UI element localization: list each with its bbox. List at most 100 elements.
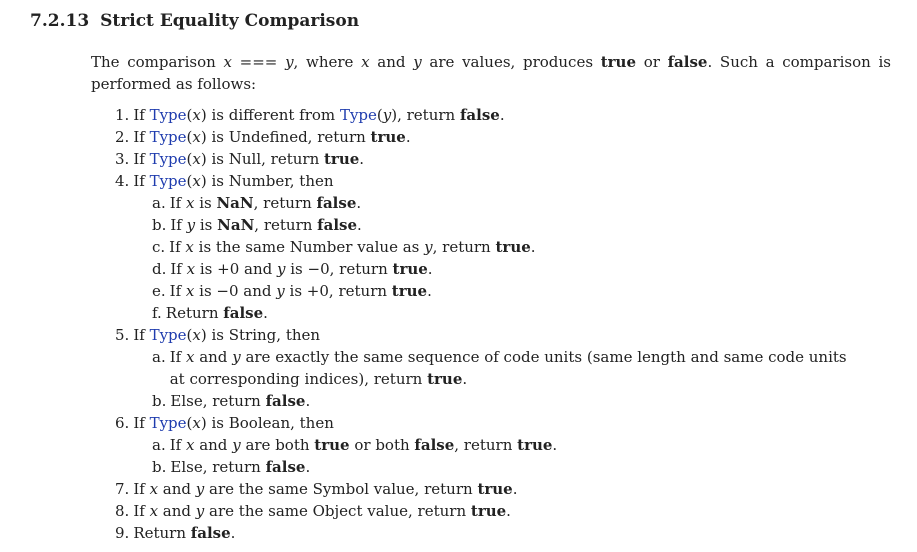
var-y: y [285,53,294,71]
step-text: . [405,128,411,146]
step-label: 9. [115,524,130,542]
keyword-true: true [392,260,428,278]
step-text: . [427,282,432,300]
step-3: 3. If Type(x) is Null, return true. [115,148,885,170]
step-text: If [169,436,186,454]
step-text: . [263,304,268,322]
intro-paragraph: The comparison x === y, where x and y ar… [91,51,891,95]
type-link[interactable]: Type [150,128,187,146]
step-4b: b. If y is NaN, return false. [115,214,885,236]
step-text: Return [165,304,224,322]
step-text: , return [254,216,318,234]
step-4a: a. If x is NaN, return false. [115,192,885,214]
intro-text: or [636,53,668,71]
step-label: 7. [115,480,130,498]
step-text: If [133,414,150,432]
var-x: x [149,502,159,520]
step-text: ) is String, then [200,326,321,344]
step-text: and [194,348,233,366]
intro-text: and [369,53,414,71]
keyword-true: true [470,502,507,520]
step-text: If [169,348,186,366]
keyword-false: false [414,436,455,454]
keyword-true: true [391,282,428,300]
keyword-false: false [265,458,306,476]
section-title: Strict Equality Comparison [100,11,360,31]
keyword-nan: NaN [217,216,255,234]
type-link[interactable]: Type [340,106,377,124]
keyword-true: true [600,53,636,71]
step-text: ) is Undefined, return [200,128,371,146]
step-text: ) is Number, then [200,172,334,190]
step-text: If [169,194,186,212]
step-text: are the same Symbol value, return [204,480,478,498]
step-text: . [462,370,468,388]
var-x: x [192,414,201,432]
step-text: . [427,260,433,278]
step-9: 9. Return false. [115,522,885,544]
keyword-nan: NaN [216,194,254,212]
step-text: . [499,106,505,124]
step-label: 8. [115,502,130,520]
type-link[interactable]: Type [150,172,187,190]
var-x: x [185,238,194,256]
value-minus-zero: −0 [216,282,239,300]
var-x: x [192,172,201,190]
keyword-false: false [667,53,708,71]
step-text: If [133,106,150,124]
step-text: If [169,282,186,300]
intro-text: are values, produces [421,53,601,71]
var-x: x [192,326,201,344]
step-label: b. [152,392,167,410]
var-y: y [195,480,205,498]
step-text: are exactly the same sequence of code un… [169,348,847,388]
step-6: 6. If Type(x) is Boolean, then [115,412,885,434]
step-text: . [305,392,311,410]
var-y: y [186,216,196,234]
type-link[interactable]: Type [150,150,187,168]
step-text: and [158,480,196,498]
keyword-true: true [427,370,463,388]
step-text: . [512,480,518,498]
step-text: . [305,458,311,476]
algorithm-steps: 1. If Type(x) is different from Type(y),… [115,104,885,544]
step-label: d. [152,260,167,278]
type-link[interactable]: Type [150,414,187,432]
var-x: x [192,128,201,146]
step-5a: a. If x and y are exactly the same seque… [115,346,885,390]
step-text: and [239,260,277,278]
step-2: 2. If Type(x) is Undefined, return true. [115,126,885,148]
step-4f: f. Return false. [115,302,885,324]
step-4c: c. If x is the same Number value as y, r… [115,236,885,258]
step-5: 5. If Type(x) is String, then [115,324,885,346]
step-8: 8. If x and y are the same Object value,… [115,500,885,522]
step-text: ) is Boolean, then [200,414,334,432]
step-text: is [195,216,218,234]
step-text: . [359,150,365,168]
step-text: If [170,216,187,234]
step-text: Else, return [170,392,266,410]
var-y: y [413,53,422,71]
step-label: a. [152,436,166,454]
step-text: is [284,282,307,300]
step-text: ) is different from [200,106,340,124]
var-y: y [276,282,285,300]
step-text: Return [133,524,191,542]
keyword-true: true [495,238,531,256]
type-link[interactable]: Type [150,326,187,344]
step-text: . [357,216,362,234]
step-text: and [158,502,196,520]
keyword-false: false [317,216,358,234]
step-text: are both [240,436,315,454]
step-6a: a. If x and y are both true or both fals… [115,434,885,456]
step-text: ) is Null, return [200,150,324,168]
type-link[interactable]: Type [150,106,187,124]
var-y: y [232,436,241,454]
step-text: , return [253,194,317,212]
var-y: y [382,106,392,124]
step-4e: e. If x is −0 and y is +0, return true. [115,280,885,302]
keyword-true: true [324,150,360,168]
step-text: . [356,194,362,212]
step-text: . [530,238,536,256]
var-x: x [192,106,201,124]
